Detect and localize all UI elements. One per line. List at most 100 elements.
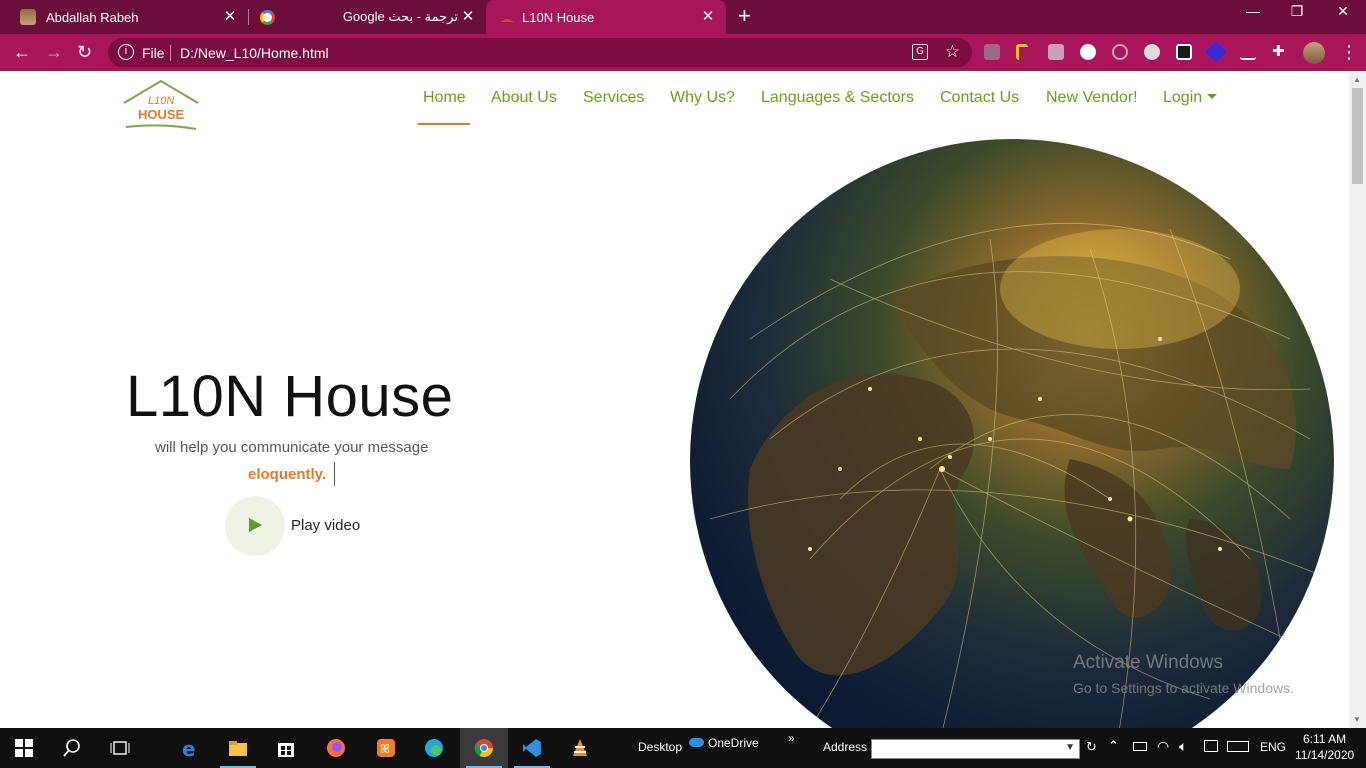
scrollbar-thumb[interactable] — [1352, 88, 1363, 184]
tab-google-translate[interactable]: Google ترجمة - بحث ✕ — [248, 0, 486, 34]
close-tab-icon[interactable]: ✕ — [222, 9, 238, 25]
maximize-button[interactable]: ❐ — [1274, 3, 1320, 20]
play-video-label[interactable]: Play video — [291, 517, 360, 534]
l10n-house-logo[interactable]: L10N HOUSE — [120, 77, 202, 133]
scroll-up-icon[interactable]: ▲ — [1353, 75, 1361, 84]
taskbar-vlc[interactable] — [556, 728, 604, 768]
chrome-icon — [474, 739, 493, 758]
nav-new-vendor[interactable]: New Vendor! — [1046, 89, 1138, 107]
battery-icon[interactable] — [1133, 742, 1147, 751]
site-info-icon[interactable]: i — [118, 44, 134, 60]
hero-typed-word: eloquently. — [248, 466, 327, 483]
scroll-down-icon[interactable]: ▼ — [1353, 715, 1361, 724]
system-clock[interactable]: 6:11 AM 11/14/2020 — [1295, 731, 1354, 763]
watermark-title: Activate Windows — [1073, 652, 1223, 673]
show-hidden-icons-chevron-icon[interactable]: ⌃ — [1108, 738, 1119, 754]
nav-login-dropdown[interactable]: Login — [1163, 89, 1218, 107]
bookmark-star-icon[interactable]: ☆ — [945, 42, 960, 62]
wifi-icon[interactable]: ◠ — [1157, 738, 1169, 755]
toolbar-overflow-chevron[interactable]: » — [788, 731, 795, 745]
taskbar-chrome[interactable] — [460, 728, 508, 768]
eyedropper-extension-icon[interactable] — [1240, 44, 1256, 60]
close-tab-icon[interactable]: ✕ — [460, 9, 476, 25]
forward-arrow-icon[interactable]: → — [45, 42, 63, 62]
url-scheme: File — [142, 45, 165, 61]
language-indicator[interactable]: ENG — [1260, 740, 1286, 754]
angular-extension-icon[interactable] — [1048, 44, 1064, 60]
tab-title: Abdallah Rabeh — [46, 9, 139, 25]
page-scrollbar[interactable]: ▲ ▼ — [1349, 71, 1366, 728]
chevron-down-icon[interactable]: ▼ — [1065, 742, 1075, 753]
address-bar[interactable]: i File D:/New_L10/Home.html G ☆ — [108, 38, 972, 67]
address-go-icon[interactable]: ↻ — [1086, 739, 1097, 755]
windows-logo-icon — [15, 739, 33, 757]
search-button[interactable] — [48, 728, 96, 768]
back-arrow-icon[interactable]: ← — [13, 42, 31, 62]
tab-title: L10N House — [522, 9, 595, 25]
ruler-extension-icon[interactable] — [1016, 44, 1028, 60]
notification-message-icon[interactable] — [1204, 740, 1218, 752]
task-view-icon — [110, 741, 130, 755]
hero-title: L10N House — [126, 364, 454, 429]
menu-kebab-icon[interactable]: ⋮ — [1340, 42, 1358, 62]
caret-down-icon — [1207, 94, 1218, 99]
logo-text-house: HOUSE — [138, 107, 185, 122]
vscode-icon — [523, 739, 541, 757]
svg-text:e: e — [182, 738, 196, 758]
onedrive-label[interactable]: OneDrive — [708, 736, 759, 750]
vlc-cone-icon — [573, 739, 587, 756]
url-text[interactable]: D:/New_L10/Home.html — [180, 45, 329, 61]
tab-abdallah-rabeh[interactable]: Abdallah Rabeh ✕ — [0, 0, 248, 34]
desktop-toolbar-label[interactable]: Desktop — [638, 740, 682, 754]
volume-icon[interactable]: 🔈︎ — [1179, 738, 1187, 755]
touch-keyboard-icon[interactable] — [1227, 741, 1249, 752]
taskbar-file-explorer[interactable] — [214, 728, 262, 768]
watermark-subtitle: Go to Settings to activate Windows. — [1073, 680, 1294, 696]
nav-why-us[interactable]: Why Us? — [670, 89, 735, 107]
taskbar-firefox[interactable] — [312, 728, 360, 768]
taskbar-xampp[interactable]: ꕤ — [362, 728, 410, 768]
onedrive-cloud-icon — [689, 738, 704, 747]
hero-subtitle: will help you communicate your message — [155, 439, 429, 456]
close-window-button[interactable]: ✕ — [1320, 3, 1366, 20]
close-tab-icon[interactable]: ✕ — [700, 9, 716, 25]
profile-favicon-icon — [20, 9, 36, 25]
search-icon — [63, 739, 80, 757]
diamond-extension-icon[interactable] — [1204, 40, 1228, 64]
edge-icon — [425, 739, 443, 757]
play-icon — [249, 518, 262, 532]
clock-extension-icon[interactable] — [1080, 44, 1096, 60]
nav-services[interactable]: Services — [583, 89, 644, 107]
gear-extension-icon[interactable] — [1144, 44, 1160, 60]
edge-legacy-icon: e — [182, 738, 196, 758]
nav-home[interactable]: Home — [423, 89, 466, 107]
tab-title: Google ترجمة - بحث — [342, 9, 458, 24]
svg-text:ꕤ: ꕤ — [380, 742, 390, 756]
puzzle-extensions-icon[interactable]: ✚ — [1272, 44, 1288, 60]
activate-windows-watermark: Activate Windows Go to Settings to activ… — [1073, 652, 1294, 696]
taskbar-store[interactable] — [262, 728, 310, 768]
blocker-extension-icon[interactable] — [1112, 44, 1128, 60]
typing-cursor — [334, 462, 335, 486]
taskbar-vscode[interactable] — [508, 728, 556, 768]
start-button[interactable] — [0, 728, 48, 768]
nav-login[interactable]: Login — [1163, 89, 1202, 106]
clock-time: 6:11 AM — [1303, 732, 1347, 746]
play-video-button[interactable] — [225, 496, 285, 556]
nav-contact-us[interactable]: Contact Us — [940, 89, 1019, 107]
new-tab-button[interactable]: + — [738, 5, 751, 27]
translate-icon[interactable]: G — [912, 44, 928, 60]
address-toolbar-input[interactable]: ▼ — [871, 739, 1080, 759]
nav-languages-sectors[interactable]: Languages & Sectors — [761, 89, 914, 107]
tab-l10n-house[interactable]: L10N House ✕ — [486, 0, 726, 34]
screenshot-extension-icon[interactable] — [1176, 44, 1192, 60]
taskbar-edge-legacy[interactable]: e — [166, 728, 214, 768]
taskbar-edge[interactable] — [410, 728, 458, 768]
task-view-button[interactable] — [96, 728, 144, 768]
omnibox-divider — [170, 45, 171, 61]
reload-icon[interactable]: ↻ — [77, 42, 92, 62]
nav-about-us[interactable]: About Us — [491, 89, 557, 107]
download-extension-icon[interactable] — [984, 44, 1000, 60]
profile-avatar[interactable] — [1303, 42, 1325, 64]
minimize-button[interactable]: — — [1230, 3, 1276, 19]
